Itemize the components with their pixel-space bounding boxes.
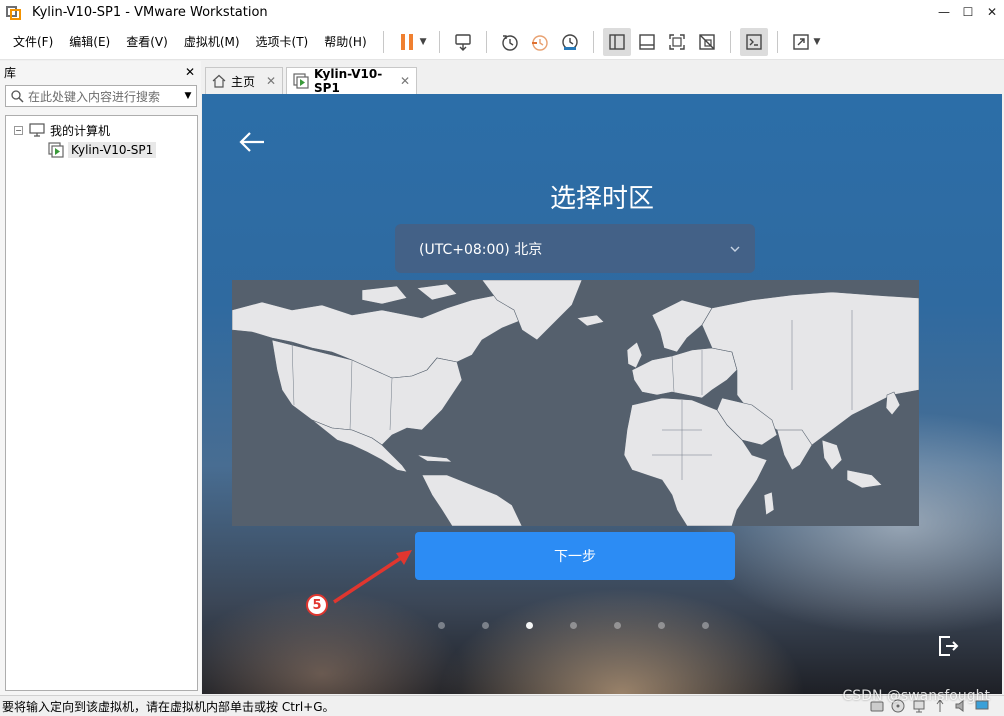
menu-toolbar: 文件(F) 编辑(E) 查看(V) 虚拟机(M) 选项卡(T) 帮助(H) ▼ …	[0, 24, 1004, 60]
timezone-value: (UTC+08:00) 北京	[419, 241, 543, 258]
maximize-button[interactable]: ☐	[956, 0, 980, 24]
page-title: 选择时区	[549, 184, 654, 214]
send-ctrl-alt-del-icon[interactable]	[449, 28, 477, 56]
tab-label: Kylin-V10-SP1	[314, 67, 383, 95]
timezone-select[interactable]: (UTC+08:00) 北京	[395, 224, 755, 273]
library-panel: 库 ✕ 在此处键入内容进行搜索 ▼ − 我的计算机 Kylin-V10-SP1	[0, 61, 201, 695]
home-icon	[212, 74, 226, 88]
menu-help[interactable]: 帮助(H)	[316, 33, 374, 50]
tab-label: 主页	[231, 74, 256, 89]
page-dot	[658, 622, 665, 629]
menu-edit[interactable]: 编辑(E)	[61, 33, 118, 50]
full-screen-icon[interactable]	[663, 28, 691, 56]
tree-item-vm[interactable]: Kylin-V10-SP1	[48, 140, 197, 160]
stretch-dropdown-icon[interactable]: ▼	[814, 37, 821, 47]
page-indicator	[438, 622, 718, 630]
next-button[interactable]: 下一步	[415, 532, 735, 580]
page-dot	[482, 622, 489, 629]
exit-icon[interactable]	[936, 634, 960, 658]
library-tree: − 我的计算机 Kylin-V10-SP1	[5, 115, 198, 691]
library-search-input[interactable]: 在此处键入内容进行搜索 ▼	[5, 85, 197, 107]
chevron-down-icon	[729, 241, 741, 257]
show-library-icon[interactable]	[602, 27, 631, 56]
computer-icon	[29, 123, 45, 137]
tab-vm[interactable]: Kylin-V10-SP1 ✕	[286, 67, 417, 95]
power-dropdown-icon[interactable]: ▼	[420, 37, 427, 47]
toolbar-divider	[438, 30, 440, 53]
snapshot-manager-icon[interactable]	[556, 28, 584, 56]
tree-item-my-computer[interactable]: − 我的计算机	[6, 120, 197, 140]
library-title: 库	[4, 65, 17, 80]
tab-strip: 主页 ✕ Kylin-V10-SP1 ✕	[201, 61, 1004, 95]
tree-item-label: Kylin-V10-SP1	[68, 142, 157, 158]
minimize-button[interactable]: —	[932, 0, 956, 24]
window-title: Kylin-V10-SP1 - VMware Workstation	[32, 4, 268, 20]
search-icon	[6, 89, 28, 103]
unity-icon[interactable]	[693, 28, 721, 56]
annotation-step-number: 5	[306, 594, 328, 616]
tree-item-label: 我的计算机	[50, 123, 111, 138]
page-dot	[438, 622, 445, 629]
thumbnail-bar-icon[interactable]	[633, 28, 661, 56]
tree-collapse-toggle[interactable]: −	[14, 125, 23, 135]
vm-console-screen[interactable]: 选择时区 (UTC+08:00) 北京 下一步 5	[202, 94, 1002, 694]
stretch-guest-icon[interactable]	[787, 28, 815, 56]
vmware-logo-icon	[6, 4, 22, 20]
toolbar-divider	[485, 30, 487, 53]
page-dot	[614, 622, 621, 629]
menu-view[interactable]: 查看(V)	[118, 33, 176, 50]
menu-tabs[interactable]: 选项卡(T)	[248, 33, 317, 50]
search-dropdown-icon[interactable]: ▼	[180, 91, 196, 101]
title-bar: Kylin-V10-SP1 - VMware Workstation — ☐ ✕	[0, 0, 1004, 24]
snapshot-icon[interactable]	[496, 28, 524, 56]
toolbar-divider	[382, 30, 384, 53]
toolbar-divider	[729, 30, 731, 53]
watermark-text: CSDN @swansfought	[842, 688, 990, 704]
page-dot-active	[526, 622, 533, 629]
status-text: 要将输入定向到该虚拟机，请在虚拟机内部单击或按 Ctrl+G。	[2, 699, 335, 714]
back-arrow-icon[interactable]	[238, 130, 266, 154]
search-placeholder: 在此处键入内容进行搜索	[28, 89, 161, 104]
world-map-graphic	[232, 280, 919, 526]
console-view-icon[interactable]	[739, 27, 768, 56]
vm-running-icon	[48, 142, 64, 158]
tab-home[interactable]: 主页 ✕	[205, 67, 283, 94]
menu-vm[interactable]: 虚拟机(M)	[176, 33, 248, 50]
tab-close-icon[interactable]: ✕	[266, 74, 276, 88]
page-dot	[570, 622, 577, 629]
page-dot	[702, 622, 709, 629]
library-close-button[interactable]: ✕	[185, 65, 195, 79]
close-button[interactable]: ✕	[980, 0, 1004, 24]
toolbar-divider	[776, 30, 778, 53]
pause-icon[interactable]	[393, 28, 421, 56]
toolbar-divider	[592, 30, 594, 53]
tab-close-icon[interactable]: ✕	[400, 74, 410, 88]
world-timezone-map[interactable]	[232, 280, 919, 526]
vm-running-icon	[293, 73, 309, 89]
revert-snapshot-icon[interactable]	[526, 28, 554, 56]
menu-file[interactable]: 文件(F)	[5, 33, 61, 50]
